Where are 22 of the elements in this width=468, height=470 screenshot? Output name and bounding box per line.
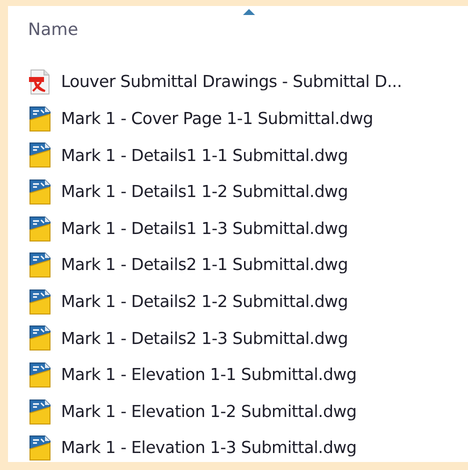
file-name[interactable]: Mark 1 - Details1 1-1 Submittal.dwg bbox=[61, 146, 348, 166]
drawing-file-icon bbox=[28, 106, 52, 132]
file-name[interactable]: Mark 1 - Cover Page 1-1 Submittal.dwg bbox=[61, 108, 374, 129]
pdf-file-icon bbox=[28, 69, 52, 96]
drawing-file-icon bbox=[28, 362, 52, 388]
drawing-file-icon bbox=[28, 252, 52, 278]
file-name[interactable]: Mark 1 - Elevation 1-2 Submittal.dwg bbox=[61, 402, 357, 422]
file-name[interactable]: Louver Submittal Drawings - Submittal D... bbox=[61, 72, 402, 92]
drawing-file-icon bbox=[28, 179, 52, 206]
file-name[interactable]: Mark 1 - Elevation 1-1 Submittal.dwg bbox=[61, 365, 357, 385]
file-name[interactable]: Mark 1 - Details1 1-3 Submittal.dwg bbox=[61, 218, 348, 239]
drawing-file-icon bbox=[28, 288, 52, 315]
drawing-file-icon bbox=[28, 325, 52, 352]
drawing-file-icon bbox=[28, 142, 52, 168]
drawing-file-icon bbox=[28, 398, 52, 425]
file-name[interactable]: Mark 1 - Details2 1-3 Submittal.dwg bbox=[61, 328, 348, 348]
file-name[interactable]: Mark 1 - Elevation 1-3 Submittal.dwg bbox=[61, 438, 357, 458]
file-name[interactable]: Mark 1 - Details1 1-2 Submittal.dwg bbox=[61, 182, 348, 202]
file-name[interactable]: Mark 1 - Details2 1-2 Submittal.dwg bbox=[61, 292, 348, 312]
file-name[interactable]: Mark 1 - Details2 1-1 Submittal.dwg bbox=[61, 255, 348, 276]
drawing-file-icon bbox=[28, 216, 52, 242]
column-header[interactable]: Name bbox=[28, 20, 78, 40]
